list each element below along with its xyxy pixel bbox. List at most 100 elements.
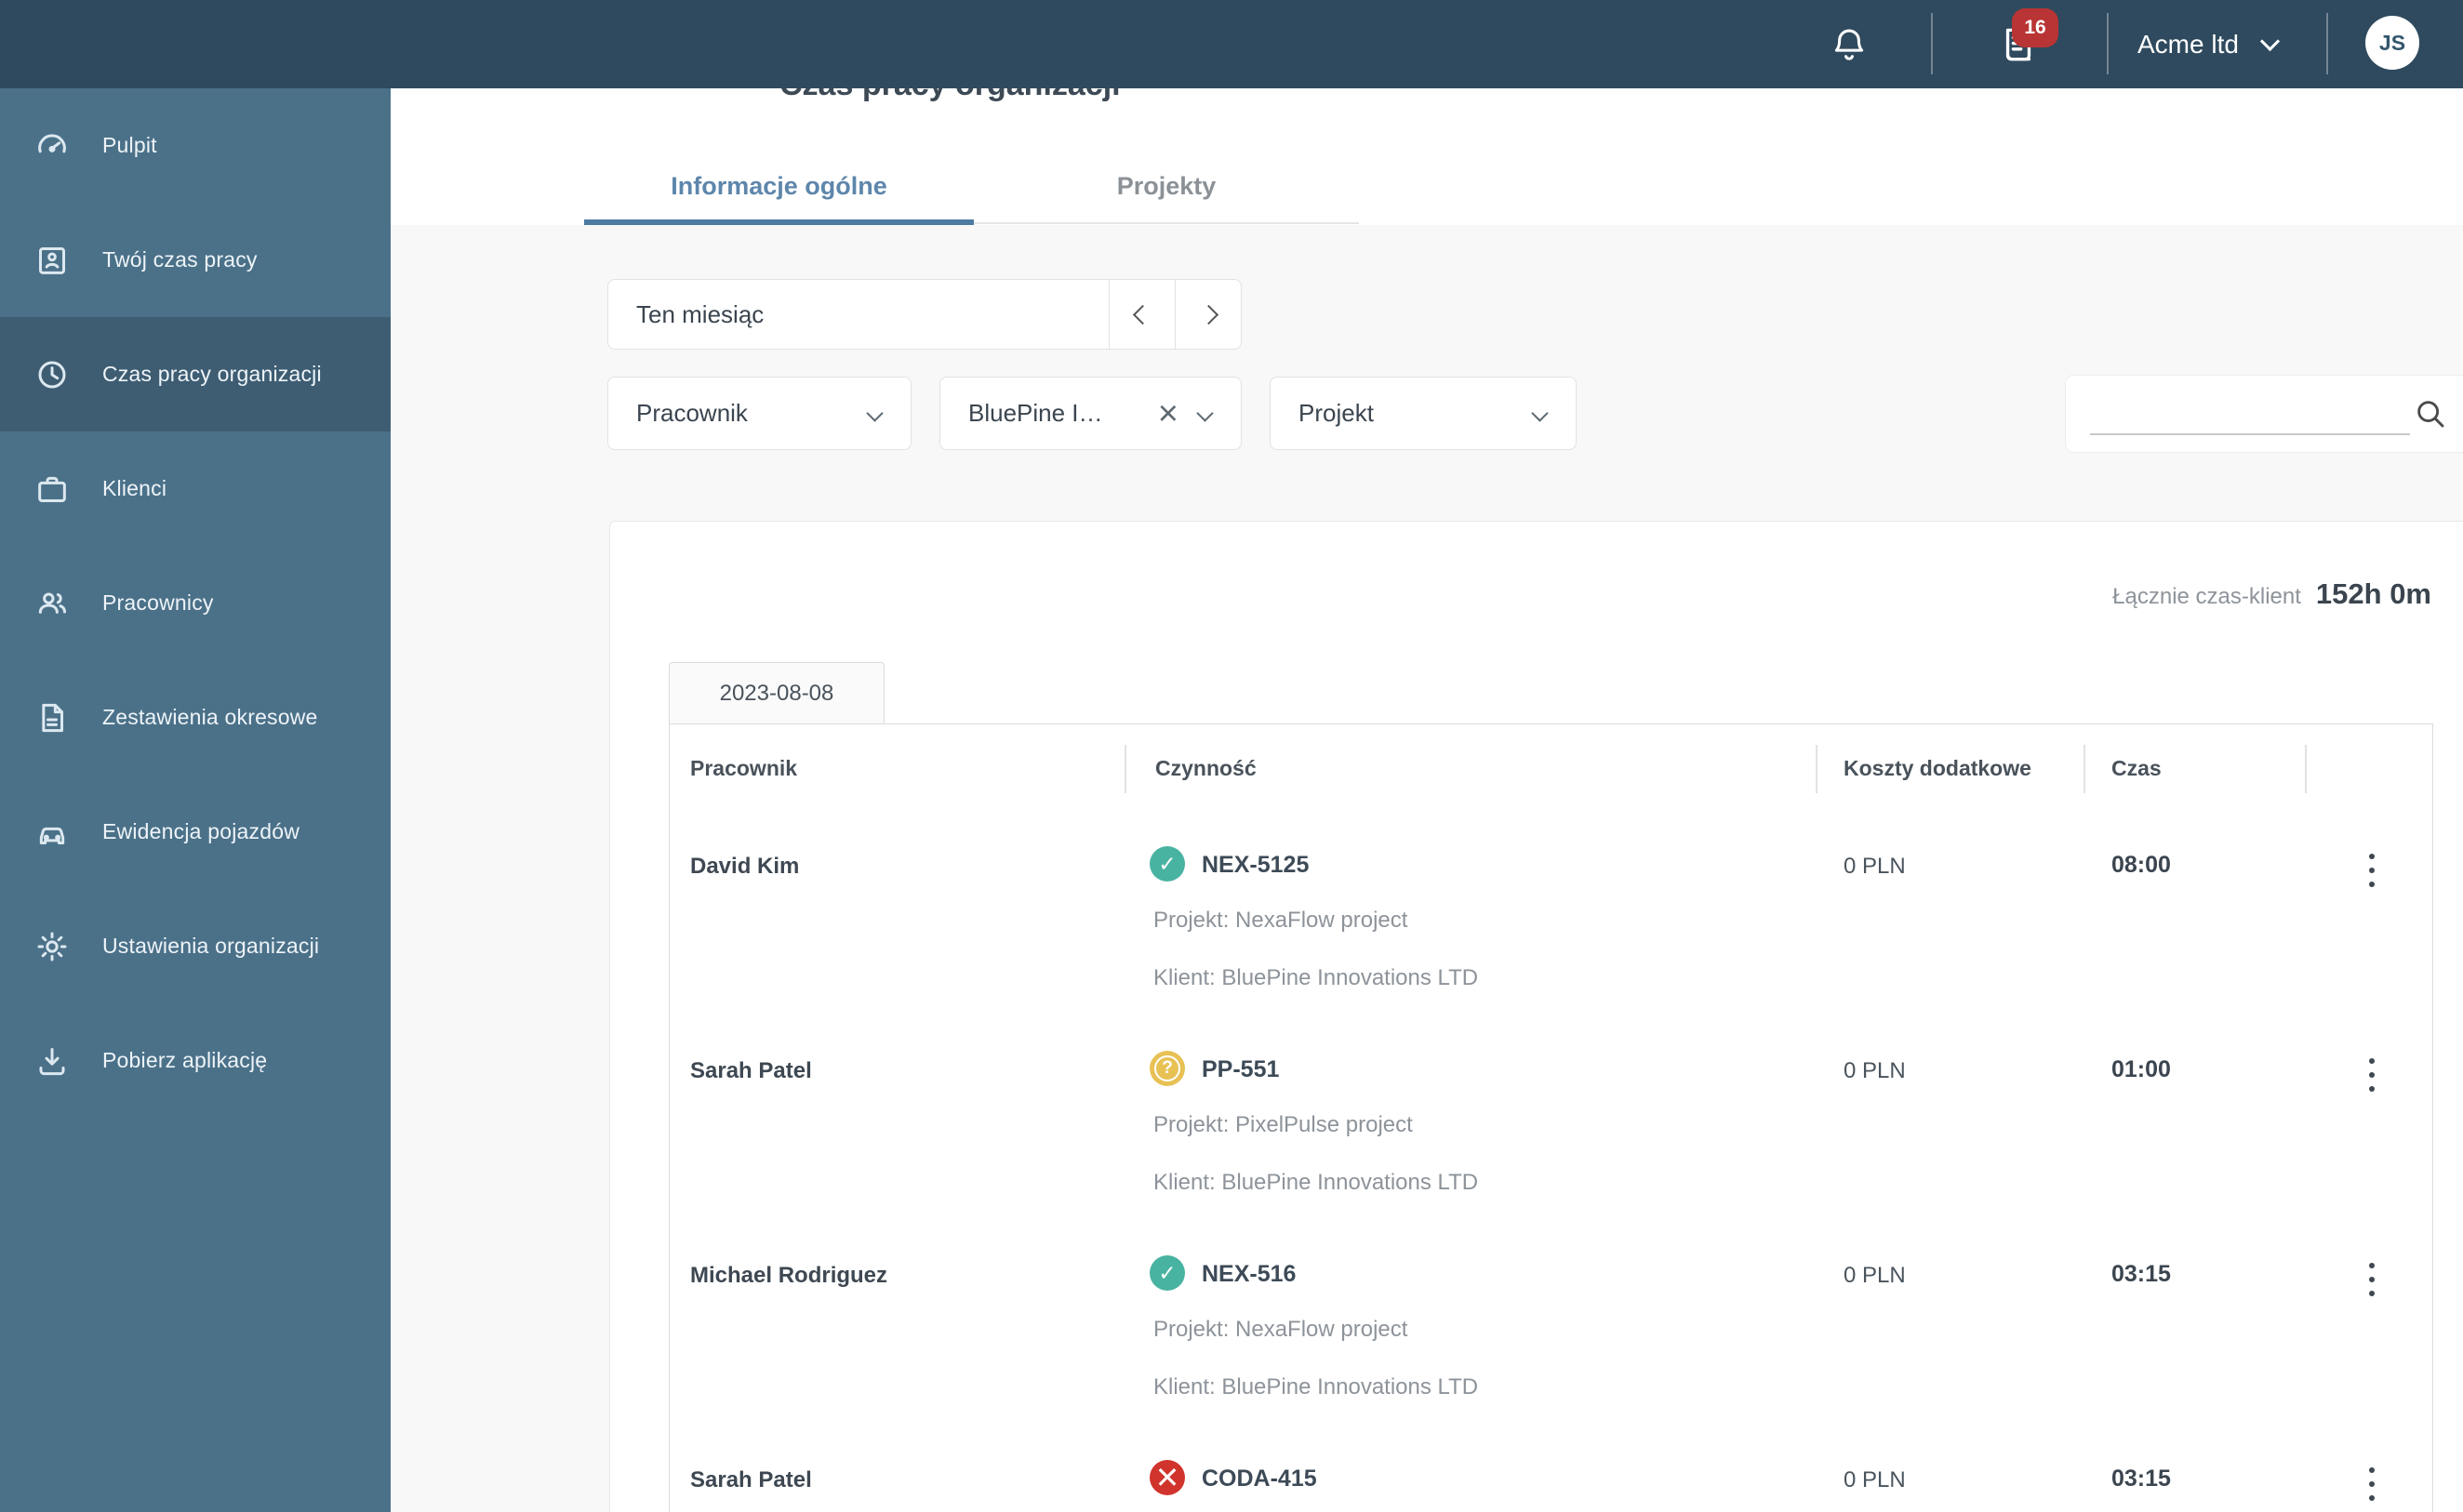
avatar-initials: JS [2378, 30, 2406, 55]
row-menu-button[interactable] [2351, 1045, 2392, 1105]
sidebar-item-twoj-czas-pracy[interactable]: Twój czas pracy [0, 203, 391, 317]
table-row: Sarah Patel ✕ CODA-415 0 PLN 03:15 [670, 1434, 2432, 1512]
employee-name: Sarah Patel [690, 1467, 812, 1492]
sidebar-item-label: Czas pracy organizacji [102, 362, 322, 386]
column-divider [2084, 745, 2085, 793]
sidebar-item-label: Pracownicy [102, 590, 214, 615]
notification-count-badge: 16 [2012, 8, 2058, 47]
column-header-czynnosc: Czynność [1155, 756, 1257, 780]
top-bar: 16 Acme ltd JS [0, 0, 2463, 88]
column-divider [1125, 745, 1126, 793]
topbar-divider [2107, 13, 2109, 74]
sidebar-item-label: Ewidencja pojazdów [102, 819, 300, 843]
previous-period-button[interactable] [1109, 280, 1175, 349]
status-glyph: ✕ [1154, 1461, 1180, 1494]
project-line: Projekt: PixelPulse project [1153, 1112, 1413, 1137]
employee-name: Michael Rodriguez [690, 1263, 888, 1288]
notifications-button[interactable] [1816, 0, 1883, 88]
topbar-divider [2326, 13, 2328, 74]
people-icon [38, 592, 66, 614]
table-row: David Kim ✓ NEX-5125 Projekt: NexaFlow p… [670, 820, 2432, 1025]
sidebar-item-zestawienia-okresowe[interactable]: Zestawienia okresowe [0, 660, 391, 775]
search-container [2065, 375, 2463, 453]
chevron-right-icon [1198, 304, 1218, 325]
client-line: Klient: BluePine Innovations LTD [1153, 1374, 1479, 1399]
tab-label: Projekty [1116, 171, 1217, 200]
row-menu-button[interactable] [2351, 1250, 2392, 1309]
status-glyph: ? [1162, 1058, 1173, 1078]
report-icon [42, 703, 63, 732]
total-summary: Łącznie czas-klient 152h 0m [2112, 577, 2431, 611]
extra-cost: 0 PLN [1844, 1467, 1906, 1492]
sidebar-item-klienci[interactable]: Klienci [0, 431, 391, 546]
company-switcher[interactable]: Acme ltd [2137, 0, 2281, 88]
column-header-pracownik: Pracownik [690, 756, 798, 780]
status-question-icon: ? [1150, 1051, 1185, 1086]
column-divider [2305, 745, 2307, 793]
client-line: Klient: BluePine Innovations LTD [1153, 965, 1479, 990]
time-value: 03:15 [2111, 1466, 2171, 1492]
period-selector[interactable]: Ten miesiąc [607, 279, 1242, 350]
chevron-down-icon [2259, 31, 2281, 52]
sidebar: Pulpit Twój czas pracy Czas pracy organi… [0, 88, 391, 1512]
table-row: Michael Rodriguez ✓ NEX-516 Projekt: Nex… [670, 1229, 2432, 1434]
sidebar-item-label: Pobierz aplikację [102, 1048, 268, 1072]
gear-icon [37, 932, 67, 961]
sidebar-item-czas-pracy-organizacji[interactable]: Czas pracy organizacji [0, 317, 391, 431]
status-glyph: ✓ [1158, 1260, 1177, 1285]
period-label: Ten miesiąc [636, 299, 765, 328]
client-filter-dropdown[interactable]: BluePine I… × [939, 377, 1242, 450]
sidebar-item-pulpit[interactable]: Pulpit [0, 88, 391, 203]
chevron-down-icon [866, 405, 884, 422]
badge-icon [39, 246, 65, 274]
project-line: Projekt: NexaFlow project [1153, 908, 1408, 933]
time-value: 01:00 [2111, 1056, 2171, 1082]
tab-projekty[interactable]: Projekty [974, 158, 1359, 214]
topbar-divider [1931, 13, 1933, 74]
sidebar-item-label: Ustawienia organizacji [102, 934, 320, 958]
sidebar-item-pobierz-aplikacje[interactable]: Pobierz aplikację [0, 1003, 391, 1118]
time-value: 03:15 [2111, 1261, 2171, 1287]
status-error-icon: ✕ [1150, 1460, 1185, 1495]
status-done-icon: ✓ [1150, 1255, 1185, 1291]
time-value: 08:00 [2111, 852, 2171, 878]
status-glyph: ✓ [1158, 851, 1177, 876]
briefcase-icon [38, 476, 66, 502]
employee-name: David Kim [690, 854, 800, 879]
date-tab[interactable]: 2023-08-08 [669, 662, 885, 724]
dashboard-icon [38, 133, 66, 153]
app-window: 16 Acme ltd JS Pulpit Twój czas pracy Cz… [0, 0, 2463, 1512]
chevron-down-icon [1531, 405, 1549, 422]
sidebar-item-pracownicy[interactable]: Pracownicy [0, 546, 391, 660]
avatar[interactable]: JS [2365, 16, 2419, 70]
results-card: Łącznie czas-klient 152h 0m 2023-08-08 P… [609, 521, 2463, 1512]
extra-cost: 0 PLN [1844, 854, 1906, 879]
sidebar-item-label: Klienci [102, 476, 167, 500]
clear-filter-icon[interactable]: × [1158, 396, 1178, 431]
tab-label: Informacje ogólne [671, 171, 887, 200]
task-code: NEX-516 [1202, 1261, 1297, 1287]
employee-filter-dropdown[interactable]: Pracownik [607, 377, 912, 450]
row-menu-button[interactable] [2351, 1454, 2392, 1512]
search-icon[interactable] [2413, 396, 2448, 431]
total-summary-value: 152h 0m [2315, 577, 2431, 610]
tab-bar-line [974, 222, 1359, 224]
project-filter-dropdown[interactable]: Projekt [1270, 377, 1577, 450]
date-tab-label: 2023-08-08 [719, 681, 834, 706]
next-period-button[interactable] [1175, 280, 1241, 349]
task-code: PP-551 [1202, 1056, 1280, 1082]
sidebar-item-label: Pulpit [102, 133, 157, 157]
tab-informacje-ogolne[interactable]: Informacje ogólne [584, 158, 974, 214]
active-tab-indicator [584, 219, 974, 225]
row-menu-button[interactable] [2351, 841, 2392, 900]
total-summary-label: Łącznie czas-klient [2112, 584, 2301, 609]
employee-filter-label: Pracownik [636, 399, 748, 427]
task-code: CODA-415 [1202, 1466, 1317, 1492]
sidebar-item-label: Zestawienia okresowe [102, 705, 318, 729]
sidebar-item-ewidencja-pojazdow[interactable]: Ewidencja pojazdów [0, 775, 391, 889]
status-done-icon: ✓ [1150, 846, 1185, 882]
download-icon [39, 1047, 65, 1075]
search-input[interactable] [2090, 389, 2410, 435]
sidebar-item-ustawienia-organizacji[interactable]: Ustawienia organizacji [0, 889, 391, 1003]
client-line: Klient: BluePine Innovations LTD [1153, 1170, 1479, 1195]
